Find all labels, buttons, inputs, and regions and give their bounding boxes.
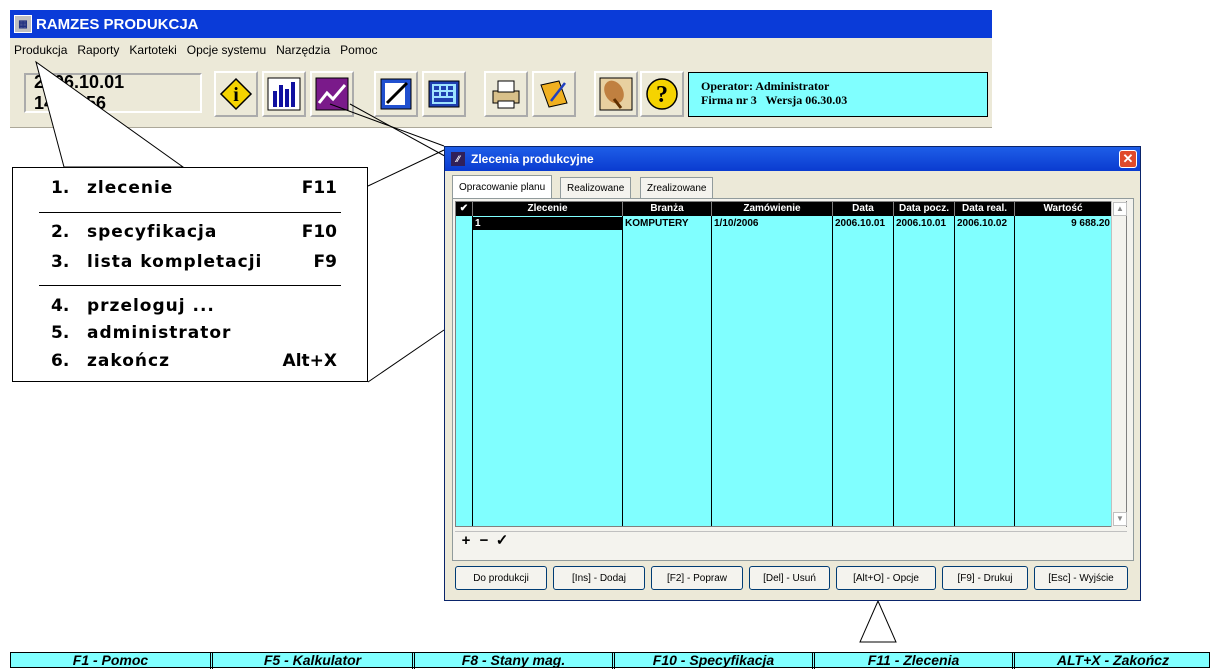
menu-item-shortcut: Alt+X xyxy=(282,351,337,371)
menu-item-zakoncz[interactable]: 6. zakończ Alt+X xyxy=(13,351,367,377)
column-header-branza[interactable]: Branża xyxy=(623,202,712,216)
column-divider xyxy=(712,216,833,526)
column-divider xyxy=(955,216,1015,526)
menu-item-number: 5. xyxy=(51,323,70,343)
menu-item-specyfikacja[interactable]: 2. specyfikacja F10 xyxy=(13,222,367,248)
scroll-down-arrow-icon[interactable]: ▼ xyxy=(1113,512,1127,526)
cell-branza[interactable]: KOMPUTERY xyxy=(623,217,712,230)
menu-item-label: zakończ xyxy=(87,351,170,371)
tab-opracowanie-planu[interactable]: Opracowanie planu xyxy=(452,175,553,199)
add-button[interactable]: [Ins] - Dodaj xyxy=(553,566,645,590)
orders-table[interactable]: ✔ Zlecenie Branża Zamówienie Data Data p… xyxy=(455,201,1127,527)
column-header-check[interactable]: ✔ xyxy=(456,202,473,216)
column-header-zlecenie[interactable]: Zlecenie xyxy=(473,202,623,216)
edit-record-button[interactable]: [F2] - Popraw xyxy=(651,566,743,590)
key-f1-help[interactable]: F1 - Pomoc xyxy=(11,653,213,669)
vertical-scrollbar[interactable]: ▲ ▼ xyxy=(1111,201,1127,527)
confirm-row-icon[interactable]: ✓ xyxy=(494,532,510,549)
column-divider xyxy=(623,216,712,526)
menu-item-administrator[interactable]: 5. administrator xyxy=(13,323,367,349)
do-produkcji-button[interactable]: Do produkcji xyxy=(455,566,547,590)
remove-row-icon[interactable]: − xyxy=(476,532,492,549)
key-f5-calculator[interactable]: F5 - Kalkulator xyxy=(213,653,415,669)
column-header-zamowienie[interactable]: Zamówienie xyxy=(712,202,833,216)
column-header-wartosc[interactable]: Wartość xyxy=(1015,202,1112,216)
options-button[interactable]: [Alt+O] - Opcje xyxy=(836,566,936,590)
column-header-data-real[interactable]: Data real. xyxy=(955,202,1015,216)
cell-zlecenie[interactable]: 1 xyxy=(473,217,623,230)
cell-zamowienie[interactable]: 1/10/2006 xyxy=(712,217,833,230)
column-divider xyxy=(1015,216,1112,526)
menu-item-shortcut: F9 xyxy=(313,252,337,272)
exit-button[interactable]: [Esc] - Wyjście xyxy=(1034,566,1128,590)
menu-item-label: przeloguj ... xyxy=(87,296,215,316)
row-check-cell[interactable] xyxy=(456,217,473,230)
menu-item-number: 6. xyxy=(51,351,70,371)
column-divider xyxy=(894,216,955,526)
scroll-up-arrow-icon[interactable]: ▲ xyxy=(1113,202,1127,216)
cell-wartosc[interactable]: 9 688.20 xyxy=(1015,217,1112,230)
close-button[interactable]: ✕ xyxy=(1119,150,1137,168)
print-record-button[interactable]: [F9] - Drukuj xyxy=(942,566,1028,590)
add-row-icon[interactable]: + xyxy=(458,532,474,549)
delete-button[interactable]: [Del] - Usuń xyxy=(749,566,830,590)
dialog-title: Zlecenia produkcyjne xyxy=(471,152,594,166)
menu-item-shortcut: F10 xyxy=(301,222,337,242)
key-f10-specification[interactable]: F10 - Specyfikacja xyxy=(615,653,815,669)
column-header-data-pocz[interactable]: Data pocz. xyxy=(894,202,955,216)
menu-item-lista-kompletacji[interactable]: 3. lista kompletacji F9 xyxy=(13,252,367,278)
menu-item-label: specyfikacja xyxy=(87,222,218,242)
menu-item-number: 3. xyxy=(51,252,70,272)
key-f11-orders[interactable]: F11 - Zlecenia xyxy=(815,653,1015,669)
function-key-bar: F1 - Pomoc F5 - Kalkulator F8 - Stany ma… xyxy=(10,652,1210,669)
production-menu-popup: 1. zlecenie F11 2. specyfikacja F10 3. l… xyxy=(12,167,368,382)
menu-item-label: zlecenie xyxy=(87,178,174,198)
tab-realizowane[interactable]: Realizowane xyxy=(560,177,632,199)
menu-item-shortcut: F11 xyxy=(301,178,337,198)
menu-item-label: administrator xyxy=(87,323,232,343)
menu-separator xyxy=(39,212,341,213)
key-f8-stock[interactable]: F8 - Stany mag. xyxy=(415,653,615,669)
menu-item-number: 4. xyxy=(51,296,70,316)
dialog-title-bar: ⁄⁄ Zlecenia produkcyjne xyxy=(445,147,1140,171)
menu-item-number: 1. xyxy=(51,178,70,198)
menu-item-label: lista kompletacji xyxy=(87,252,263,272)
column-divider xyxy=(833,216,894,526)
menu-item-number: 2. xyxy=(51,222,70,242)
column-divider xyxy=(456,216,473,526)
column-header-data[interactable]: Data xyxy=(833,202,894,216)
cell-data-pocz[interactable]: 2006.10.01 xyxy=(894,217,955,230)
key-alt-x-exit[interactable]: ALT+X - Zakończ xyxy=(1015,653,1210,669)
row-navigator xyxy=(455,531,1127,549)
cell-data-real[interactable]: 2006.10.02 xyxy=(955,217,1015,230)
menu-item-zlecenie[interactable]: 1. zlecenie F11 xyxy=(13,178,367,204)
tab-zrealizowane[interactable]: Zrealizowane xyxy=(640,177,714,199)
dialog-app-icon: ⁄⁄ xyxy=(451,152,465,166)
menu-separator xyxy=(39,285,341,286)
column-divider xyxy=(473,216,623,526)
menu-item-przeloguj[interactable]: 4. przeloguj ... xyxy=(13,296,367,322)
cell-data[interactable]: 2006.10.01 xyxy=(833,217,894,230)
